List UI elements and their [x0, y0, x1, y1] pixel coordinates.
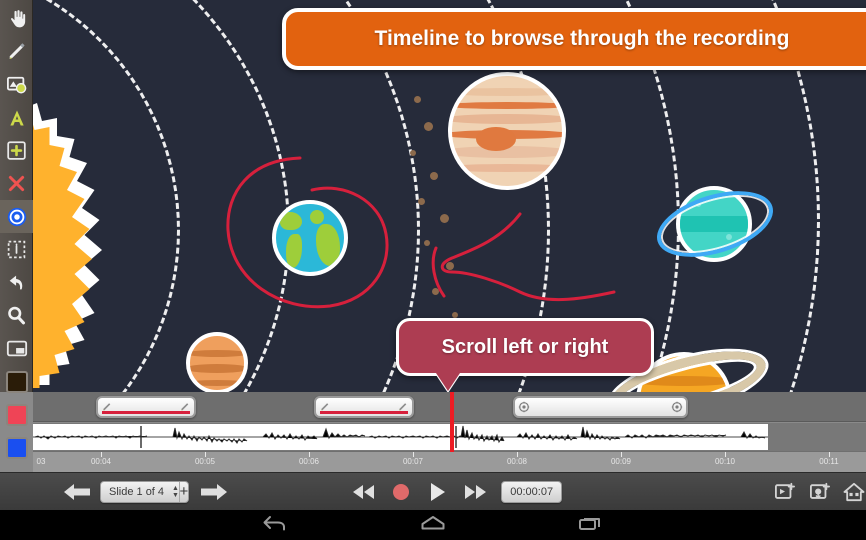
play-icon — [430, 482, 445, 501]
tool-sidebar[interactable] — [0, 0, 33, 459]
pencil-icon — [6, 41, 28, 63]
asteroid-dot — [418, 198, 425, 205]
planet-jupiter — [448, 72, 566, 190]
ruler-label: 00:08 — [506, 457, 528, 466]
asteroid-dot — [432, 288, 439, 295]
asteroid-dot — [446, 262, 454, 270]
record-button[interactable] — [390, 482, 413, 502]
play-button[interactable] — [426, 482, 449, 502]
ruler-label: 00:11 — [819, 457, 839, 466]
browser-tool-button[interactable] — [0, 332, 33, 365]
record-icon — [393, 483, 410, 500]
plus-box-icon — [6, 140, 27, 161]
android-home-button[interactable] — [420, 514, 446, 537]
zoom-tool-button[interactable] — [0, 299, 33, 332]
export-slide-button[interactable] — [807, 482, 831, 502]
asteroid-dot — [440, 214, 449, 223]
time-updown-icon[interactable]: ▲▼ — [561, 482, 562, 502]
asteroid-dot — [410, 150, 416, 156]
color-swatch-dark[interactable] — [0, 365, 33, 398]
asteroid-dot — [414, 96, 421, 103]
timeline-playhead[interactable] — [450, 392, 454, 452]
tooltip-scroll-pointer — [436, 373, 460, 391]
export-slide-icon — [809, 482, 830, 499]
timeline-ruler[interactable]: 03 00:04 00:05 00:06 00:07 00:08 00:09 0… — [33, 451, 866, 472]
timeline-panel[interactable]: 03 00:04 00:05 00:06 00:07 00:08 00:09 0… — [0, 392, 866, 472]
delete-tool-button[interactable] — [0, 167, 33, 200]
timeline-clip[interactable] — [314, 396, 414, 418]
ruler-label: 00:10 — [714, 457, 736, 466]
asteroid-dot — [430, 172, 438, 180]
tooltip-scroll: Scroll left or right — [396, 318, 654, 376]
new-slide-button[interactable] — [773, 482, 797, 502]
android-back-button[interactable] — [262, 514, 288, 537]
playback-control-bar[interactable]: Slide 1 of 4 ▲ ▼ + 00:00:07 — [0, 472, 866, 510]
ruler-label: 00:04 — [90, 457, 112, 466]
ruler-label: 00:09 — [610, 457, 632, 466]
home-outline-icon — [421, 515, 445, 529]
ruler-label-partial: 03 — [36, 457, 46, 466]
current-time-value: 00:00:07 — [510, 485, 554, 498]
home-icon — [843, 482, 865, 501]
fast-forward-button[interactable] — [463, 484, 487, 500]
text-a-icon — [7, 108, 27, 128]
timeline-clip[interactable] — [96, 396, 196, 418]
rewind-icon — [352, 484, 374, 499]
right-arrow-icon — [201, 483, 228, 500]
timeline-clip[interactable] — [513, 396, 688, 418]
asteroid-dot — [424, 122, 433, 131]
time-stepper[interactable]: 00:00:07 ▲▼ — [501, 480, 563, 503]
gear-corner-icon — [671, 401, 683, 413]
x-icon — [6, 173, 27, 194]
pen-tool-button[interactable] — [0, 35, 33, 68]
ruler-label: 00:06 — [298, 457, 320, 466]
shape-tool-button[interactable] — [0, 68, 33, 101]
magnifier-icon — [6, 305, 27, 326]
select-tool-button[interactable] — [0, 233, 33, 266]
hand-icon — [7, 9, 27, 29]
new-slide-icon — [775, 482, 796, 499]
swatch-red-icon — [5, 403, 28, 426]
planet-mars — [186, 332, 248, 392]
target-icon — [6, 206, 28, 228]
slide-canvas[interactable]: Timeline to browse through the recording… — [0, 0, 866, 392]
tooltip-timeline-text: Timeline to browse through the recording — [374, 27, 790, 50]
home-button[interactable] — [842, 482, 866, 502]
slide-counter-updown-icon[interactable]: ▲ ▼ — [172, 482, 179, 502]
text-tool-button[interactable] — [0, 101, 33, 134]
undo-arrow-icon — [6, 272, 28, 294]
tablet-screen: Timeline to browse through the recording… — [0, 0, 866, 540]
previous-slide-button[interactable] — [62, 482, 92, 502]
swatch-blue-icon — [5, 436, 28, 459]
recents-icon — [579, 517, 600, 530]
shape-icon — [6, 75, 28, 95]
fast-forward-icon — [465, 484, 487, 499]
window-icon — [6, 339, 28, 358]
slide-counter-label: Slide 1 of 4 — [109, 485, 165, 498]
insert-tool-button[interactable] — [0, 134, 33, 167]
audio-waveform[interactable] — [33, 424, 768, 450]
laser-tool-button[interactable] — [0, 200, 33, 233]
color-swatch-blue[interactable] — [0, 431, 33, 464]
rewind-button[interactable] — [351, 484, 375, 500]
left-arrow-icon — [64, 483, 90, 500]
ruler-label: 00:07 — [402, 457, 424, 466]
back-arrow-icon — [263, 515, 285, 530]
add-slide-button[interactable]: + — [179, 482, 189, 502]
tooltip-scroll-text: Scroll left or right — [441, 335, 609, 358]
undo-tool-button[interactable] — [0, 266, 33, 299]
next-slide-button[interactable] — [199, 482, 229, 502]
tooltip-timeline: Timeline to browse through the recording — [282, 8, 866, 70]
hand-tool-button[interactable] — [0, 2, 33, 35]
android-recents-button[interactable] — [578, 514, 604, 537]
ruler-label: 00:05 — [194, 457, 216, 466]
swatch-dark-icon — [5, 370, 28, 393]
planet-earth — [272, 200, 348, 276]
gear-corner-icon — [518, 401, 530, 413]
color-swatch-red[interactable] — [0, 398, 33, 431]
slide-counter-stepper[interactable]: Slide 1 of 4 ▲ ▼ + — [100, 480, 190, 503]
android-navigation-bar[interactable] — [0, 510, 866, 540]
marquee-icon — [6, 239, 27, 260]
asteroid-dot — [424, 240, 430, 246]
